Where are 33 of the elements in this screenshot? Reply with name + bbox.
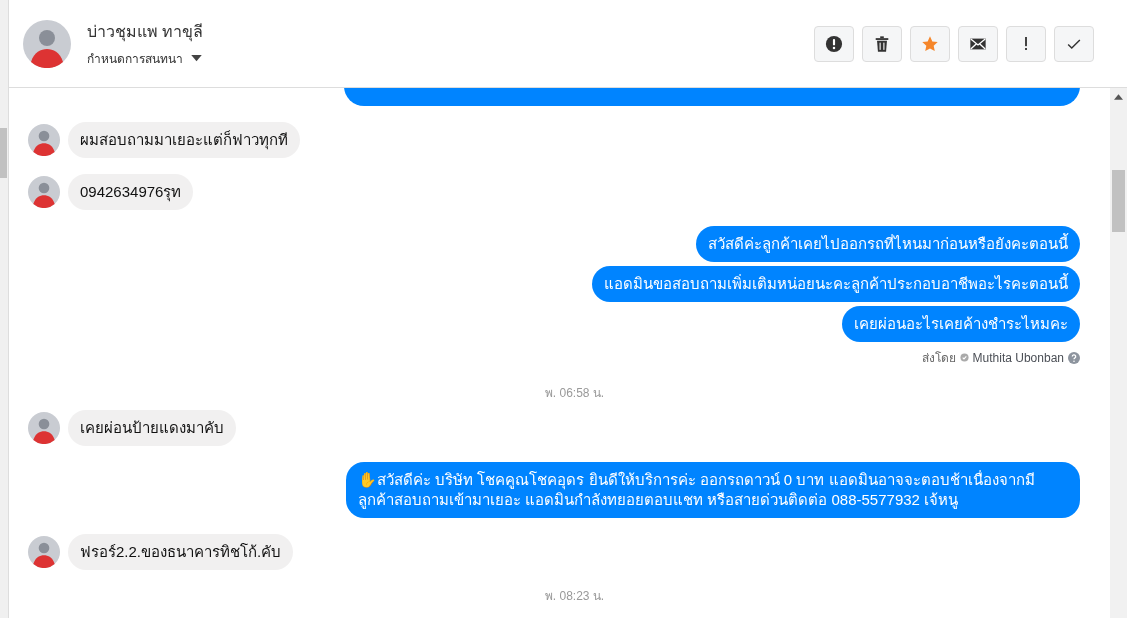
delete-button[interactable] [862, 25, 902, 62]
scrollbar-thumb[interactable] [0, 128, 7, 178]
message-bubble: 0942634976รุท [68, 174, 194, 210]
avatar [28, 536, 60, 568]
avatar [28, 124, 60, 156]
help-icon[interactable] [1068, 351, 1080, 364]
mail-button[interactable] [958, 25, 998, 62]
contact-name: บ่าวชุมแพ ทาขุลี [87, 22, 204, 44]
trash-icon [873, 34, 891, 53]
avatar [28, 176, 60, 208]
message-bubble: สวัสดีค่ะลูกค้าเคยไปออกรถที่ไหนมาก่อนหรือยังคะตอนนี้ [696, 226, 1080, 262]
sent-by-label: ส่งโดย [921, 350, 956, 367]
timestamp: พ. 06:58 น. [544, 385, 605, 402]
alert-button[interactable] [814, 25, 854, 62]
avatar [28, 412, 60, 444]
alert-icon [825, 34, 843, 53]
star-button[interactable] [910, 25, 950, 62]
scrollbar-thumb[interactable] [1112, 170, 1125, 232]
scroll-up-icon[interactable] [1114, 94, 1123, 100]
message-bubble: เคยผ่อนอะไรเคยค้างชำระไหมคะ [842, 306, 1080, 342]
timestamp: พ. 08:23 น. [544, 588, 605, 605]
message-bubble: ฟรอร์2.2.ของธนาคารทิชโก้.คับ [68, 534, 294, 570]
sender-name-link[interactable]: Muthita Ubonban [972, 350, 1064, 365]
check-circle-icon [959, 353, 969, 362]
message-bubble: แอดมินขอสอบถามเพิ่มเติมหน่อยนะคะลูกค้าประกอบอาชีพอะไรคะตอนนี้ [592, 266, 1080, 302]
message-bubble: เคยผ่อนป้ายแดงมาคับ [68, 410, 236, 446]
message-bubble: ✋สวัสดีค่ะ บริษัท โชคคูณโชคอุดร ยินดีให้บริการค่ะ ออกรถดาวน์ 0 บาท แอดมินอาจจะตอบช้าเนื่องจากมีลูกค้าสอบถามเข้ามาเยอะ แอดมินกำลังทยอยตอบแชท หรือสายด่วนติดต่อ 088-5577932 เจ้หนู [346, 462, 1080, 518]
message-bubble: ผมสอบถามมาเยอะแต่ก็ฟาวทุกที [68, 122, 300, 158]
done-button[interactable] [1054, 25, 1094, 62]
conversation-settings-dropdown[interactable]: กำหนดการสนทนา [87, 49, 202, 68]
caret-icon [191, 55, 202, 62]
avatar [23, 19, 71, 68]
star-icon [921, 34, 939, 53]
